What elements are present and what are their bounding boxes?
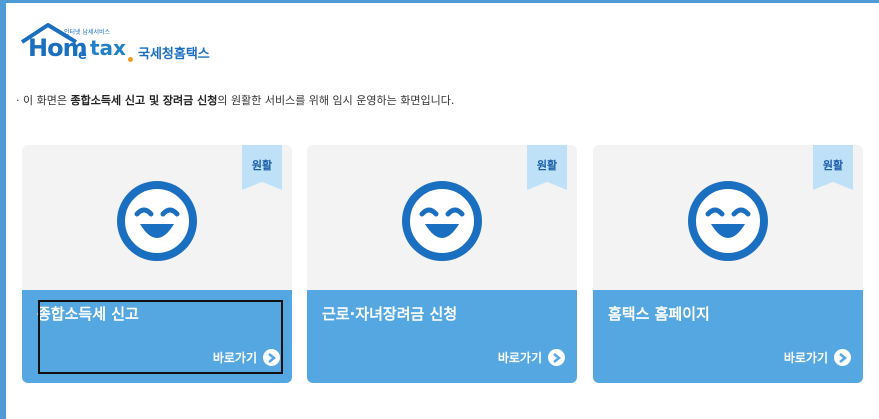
status-label: 원활 (251, 159, 273, 172)
notice-prefix: · 이 화면은 (16, 94, 71, 107)
card-title: 근로·자녀장려금 신청 (322, 305, 458, 323)
window-left-border (0, 0, 6, 419)
logo-korean-text: 국세청홈택스 (138, 47, 210, 62)
notice-suffix: 의 원활한 서비스를 위해 임시 운영하는 화면입니다. (217, 94, 455, 107)
card-income-tax[interactable]: 원활 종합소득세 신고 바로가기 (22, 145, 292, 383)
selection-highlight (38, 300, 283, 374)
card-title: 홈택스 홈페이지 (608, 305, 710, 323)
smile-face-icon (117, 181, 197, 261)
chevron-right-icon (834, 349, 851, 366)
status-label: 원활 (536, 159, 558, 172)
chevron-right-icon (548, 349, 565, 366)
card-earned-income-credit[interactable]: 원활 근로·자녀장려금 신청 바로가기 (307, 145, 577, 383)
notice-text: · 이 화면은 종합소득세 신고 및 장려금 신청의 원활한 서비스를 위해 임… (16, 92, 454, 108)
status-label: 원활 (822, 159, 844, 172)
logo-e-text: e (78, 48, 87, 63)
go-label: 바로가기 (497, 351, 542, 365)
card-hometax-homepage[interactable]: 원활 홈택스 홈페이지 바로가기 (593, 145, 863, 383)
go-button[interactable]: 바로가기 (784, 349, 851, 366)
notice-bold: 종합소득세 신고 및 장려금 신청 (70, 94, 218, 107)
hometax-logo[interactable]: 인터넷 납세서비스 Hom e tax 국세청홈택스 (20, 22, 240, 70)
smile-face-icon (402, 181, 482, 261)
go-button[interactable]: 바로가기 (498, 349, 565, 366)
go-label: 바로가기 (783, 351, 828, 365)
logo-dot (128, 57, 133, 62)
window-top-border (0, 0, 879, 3)
smile-face-icon (688, 181, 768, 261)
logo-tax-text: tax (90, 36, 126, 60)
